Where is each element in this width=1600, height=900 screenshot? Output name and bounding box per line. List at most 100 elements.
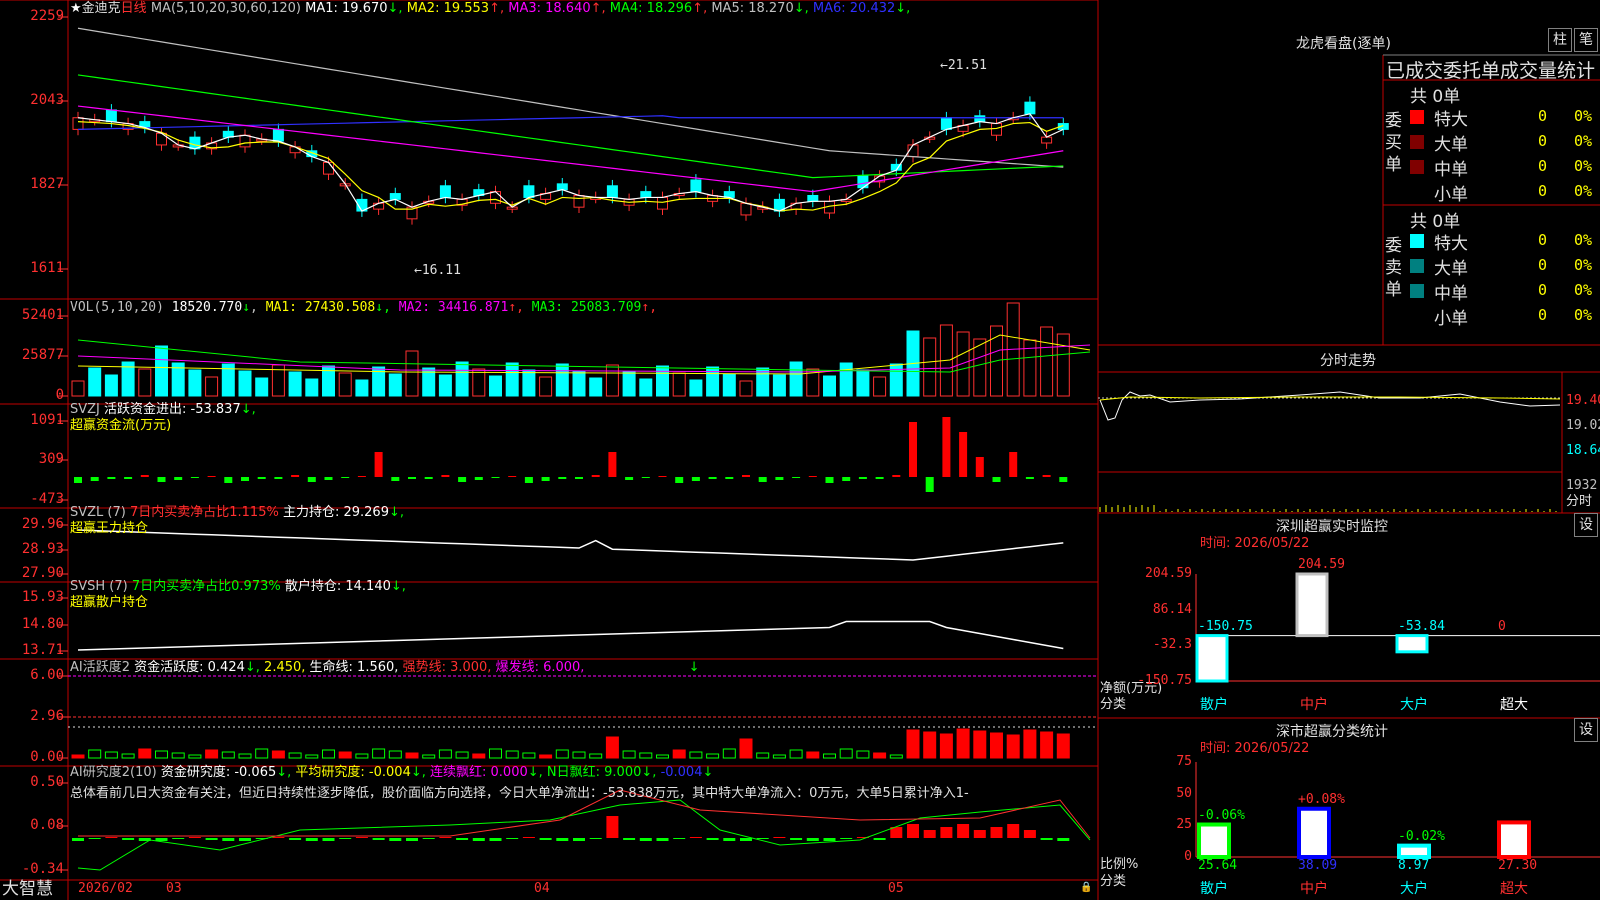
svzj-bar [959,432,968,477]
volume-bar [856,369,870,397]
svzl-tick-0: 29.96 [21,516,64,532]
research-bar [1057,838,1070,841]
date-label-may: 05 [888,881,904,896]
candle-body [640,191,652,198]
svzj-bar [992,477,1001,482]
research-tick-2: -0.34 [21,861,64,877]
intraday-price-line [1099,391,1561,421]
volume-bar [138,368,152,397]
vol-ma-arrow-1: ↓, [375,300,391,315]
sz-classify-category: 超大 [1500,881,1528,897]
sell-row-label: 大单 [1434,259,1468,279]
research-bar [72,838,84,841]
svsh-arrow: ↓, [390,579,406,594]
sz-monitor-bar [1295,572,1329,638]
volume-bar [572,370,586,397]
candle-body [1024,101,1036,115]
active-bar [171,752,185,759]
active-bar [288,752,302,759]
active-bar [1023,729,1037,759]
volume-bar [505,362,519,397]
research-bar [639,838,652,841]
active-bar [823,753,836,759]
active-bar [772,754,786,759]
period-label[interactable]: 日线 [121,1,147,16]
sz-monitor-xlabel: 分类 [1100,697,1127,712]
kline-header: ★金迪克日线 MA(5,10,20,30,60,120) MA1: 19.670… [70,1,910,16]
sz-classify-settings-button[interactable]: 设 [1574,718,1598,742]
active-bar [1006,734,1020,759]
research-arrow: ↓, [276,765,292,780]
burst-line-value: 爆发线: 6.000, [495,660,585,675]
sz-classify-value-label: 8.97 [1398,858,1430,873]
volume-bar [388,373,402,397]
svzj-bar [341,477,350,478]
volume-bar [205,376,219,397]
continuous-red-arrow: ↓, [527,765,543,780]
ma-arrow-3: ↑, [590,1,606,16]
active-bar [355,753,369,759]
volume-bar [589,377,603,397]
sz-monitor-category: 大户 [1400,697,1428,713]
volume-bar [889,363,903,397]
candle-body [373,202,385,210]
research-bar [305,838,318,841]
date-label-mar: 03 [166,881,182,896]
svzj-bar [157,477,166,482]
research-bar [606,816,619,838]
active-bar [405,752,419,759]
buy-row-color-swatch [1410,110,1424,124]
vol-tick-1: 25877 [21,347,64,363]
high-price-marker: ←21.51 [940,58,987,73]
research-bar [389,838,402,841]
buy-row-label: 特大 [1434,110,1468,130]
active-bar [438,749,452,759]
volume-bar [639,378,653,397]
research-bar [272,837,285,838]
svsh-value: 散户持仓: 14.140 [284,579,391,594]
svzj-tick-0: 1091 [30,412,64,428]
active-bar [338,751,352,759]
sz-monitor-bar [1195,634,1229,683]
svzl-sub: 超赢王力持仓 [70,521,149,536]
longhu-title: 龙虎看盘(逐单) [1296,36,1391,52]
active-bar [88,749,102,759]
research-bar [239,838,251,841]
candle-body [439,185,451,198]
bar-mode-button[interactable]: 柱 [1548,28,1572,52]
sz-classify-value-label: 25.64 [1198,858,1238,873]
sell-row-label: 中单 [1434,284,1468,304]
active-bar [422,754,436,759]
volume-bar [238,370,252,397]
svzj-bar [458,477,467,482]
svzj-bar [274,477,283,479]
volume-bar [539,376,553,397]
volume-bar [155,345,168,397]
svzj-bar [575,477,583,479]
research-bar [990,827,1003,838]
sz-classify-bar [1297,806,1331,860]
research-bar [823,838,836,841]
active-bar [121,753,135,759]
price-tick-0: 2259 [30,8,64,24]
candle-body [690,179,702,193]
active-tick-2: 0.00 [30,749,64,765]
lock-icon[interactable]: 🔒 [1080,880,1092,895]
sz-monitor-category: 散户 [1200,697,1228,713]
buy-total: 共 0单 [1410,87,1461,107]
ma-arrow-6: ↓, [895,1,911,16]
sz-monitor-settings-button[interactable]: 设 [1574,513,1598,537]
dzh-logo: 大智慧 [2,879,53,899]
longhu-subtitle: 已成交委托单成交量统计 [1386,60,1596,82]
active-bar [639,752,653,759]
buy-orders-title: 委买单 [1385,111,1402,175]
research-bar [806,838,819,841]
active-bar [104,751,118,759]
svzj-bar [742,475,750,477]
volume-bar [71,380,85,397]
favorite-star-icon[interactable]: ★ [70,1,82,16]
avg-research-value: 平均研究度: -0.004 [295,765,411,780]
tick-mode-button[interactable]: 笔 [1574,28,1598,52]
volume-bar [104,374,118,397]
svzj-bar [858,477,867,479]
